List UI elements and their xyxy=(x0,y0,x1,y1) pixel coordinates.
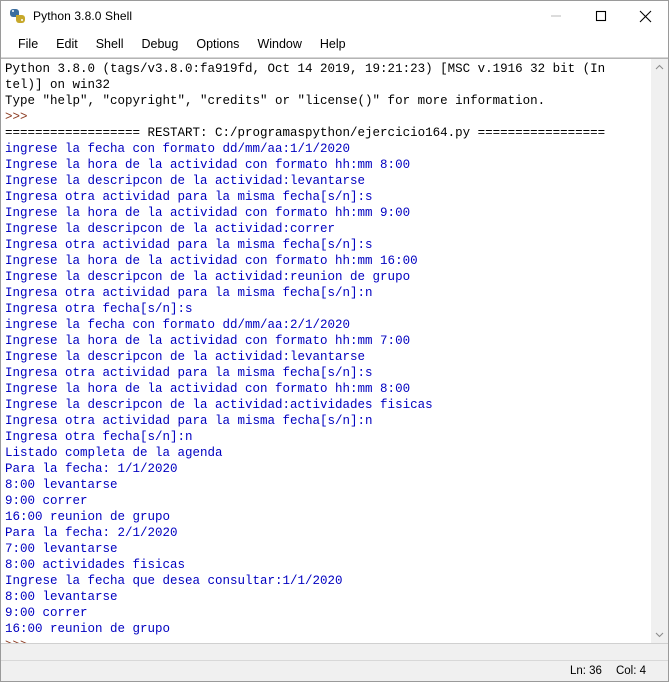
shell-line: Ingrese la descripcon de la actividad:co… xyxy=(5,222,336,236)
shell-line: Ingrese la hora de la actividad con form… xyxy=(5,158,411,172)
menu-item-help[interactable]: Help xyxy=(311,35,355,54)
shell-line: Ingresa otra actividad para la misma fec… xyxy=(5,190,373,204)
shell-line: 7:00 levantarse xyxy=(5,542,118,556)
python-logo-icon xyxy=(10,8,26,24)
shell-text-region: Python 3.8.0 (tags/v3.8.0:fa919fd, Oct 1… xyxy=(1,58,668,643)
scrollbar-thumb[interactable] xyxy=(652,76,667,626)
scroll-up-arrow-icon[interactable] xyxy=(651,59,668,76)
shell-line: 16:00 reunion de grupo xyxy=(5,510,171,524)
minimize-button[interactable] xyxy=(533,1,578,31)
window-title: Python 3.8.0 Shell xyxy=(33,9,133,23)
shell-line: 9:00 correr xyxy=(5,494,88,508)
shell-line: Ingrese la descripcon de la actividad:le… xyxy=(5,350,366,364)
shell-line: tel)] on win32 xyxy=(5,78,111,92)
shell-line: Para la fecha: 2/1/2020 xyxy=(5,526,178,540)
shell-line: 9:00 correr xyxy=(5,606,88,620)
status-bar: Ln: 36 Col: 4 xyxy=(1,660,668,681)
shell-line: Para la fecha: 1/1/2020 xyxy=(5,462,178,476)
shell-output-text[interactable]: Python 3.8.0 (tags/v3.8.0:fa919fd, Oct 1… xyxy=(1,59,650,643)
shell-line: >>> xyxy=(5,110,36,124)
shell-line: 8:00 levantarse xyxy=(5,478,118,492)
title-bar-left: Python 3.8.0 Shell xyxy=(1,8,132,24)
shell-line: Ingresa otra actividad para la misma fec… xyxy=(5,238,373,252)
shell-line: Ingresa otra actividad para la misma fec… xyxy=(5,286,373,300)
shell-line: ingrese la fecha con formato dd/mm/aa:2/… xyxy=(5,318,351,332)
shell-line: Ingresa otra fecha[s/n]:n xyxy=(5,430,193,444)
shell-line: Listado completa de la agenda xyxy=(5,446,223,460)
shell-line: ingrese la fecha con formato dd/mm/aa:1/… xyxy=(5,142,351,156)
idle-shell-window: Python 3.8.0 Shell File Edit Shell Debug… xyxy=(0,0,669,682)
shell-line: ================== RESTART: C:/programas… xyxy=(5,126,606,140)
shell-line: 8:00 actividades fisicas xyxy=(5,558,186,572)
shell-line: Ingrese la hora de la actividad con form… xyxy=(5,334,411,348)
status-column-number: Col: 4 xyxy=(615,665,646,677)
shell-line: Ingrese la hora de la actividad con form… xyxy=(5,206,411,220)
scrollbar-track[interactable] xyxy=(651,76,668,626)
window-controls xyxy=(533,1,668,31)
horizontal-scrollbar[interactable] xyxy=(1,643,668,660)
shell-line: Ingresa otra actividad para la misma fec… xyxy=(5,414,373,428)
shell-line: Ingresa otra fecha[s/n]:s xyxy=(5,302,193,316)
shell-line: 16:00 reunion de grupo xyxy=(5,622,171,636)
shell-line: Python 3.8.0 (tags/v3.8.0:fa919fd, Oct 1… xyxy=(5,62,606,76)
shell-line: Ingrese la descripcon de la actividad:le… xyxy=(5,174,366,188)
status-line-number: Ln: 36 xyxy=(569,665,602,677)
shell-line: Ingrese la hora de la actividad con form… xyxy=(5,254,418,268)
menu-item-shell[interactable]: Shell xyxy=(87,35,133,54)
shell-line: Ingrese la hora de la actividad con form… xyxy=(5,382,411,396)
menu-item-debug[interactable]: Debug xyxy=(133,35,188,54)
maximize-button[interactable] xyxy=(578,1,623,31)
shell-line: >>> xyxy=(5,637,650,643)
shell-line: Ingrese la descripcon de la actividad:re… xyxy=(5,270,411,284)
scroll-down-arrow-icon[interactable] xyxy=(651,626,668,643)
shell-line: 8:00 levantarse xyxy=(5,590,118,604)
menu-item-edit[interactable]: Edit xyxy=(47,35,87,54)
menu-bar: File Edit Shell Debug Options Window Hel… xyxy=(1,32,668,58)
shell-line: Type "help", "copyright", "credits" or "… xyxy=(5,94,546,108)
menu-item-window[interactable]: Window xyxy=(248,35,310,54)
menu-item-options[interactable]: Options xyxy=(187,35,248,54)
shell-line: Ingrese la fecha que desea consultar:1/1… xyxy=(5,574,343,588)
menu-item-file[interactable]: File xyxy=(9,35,47,54)
shell-line: Ingrese la descripcon de la actividad:ac… xyxy=(5,398,433,412)
shell-line: Ingresa otra actividad para la misma fec… xyxy=(5,366,373,380)
close-button[interactable] xyxy=(623,1,668,31)
title-bar: Python 3.8.0 Shell xyxy=(1,1,668,32)
vertical-scrollbar[interactable] xyxy=(650,59,668,643)
